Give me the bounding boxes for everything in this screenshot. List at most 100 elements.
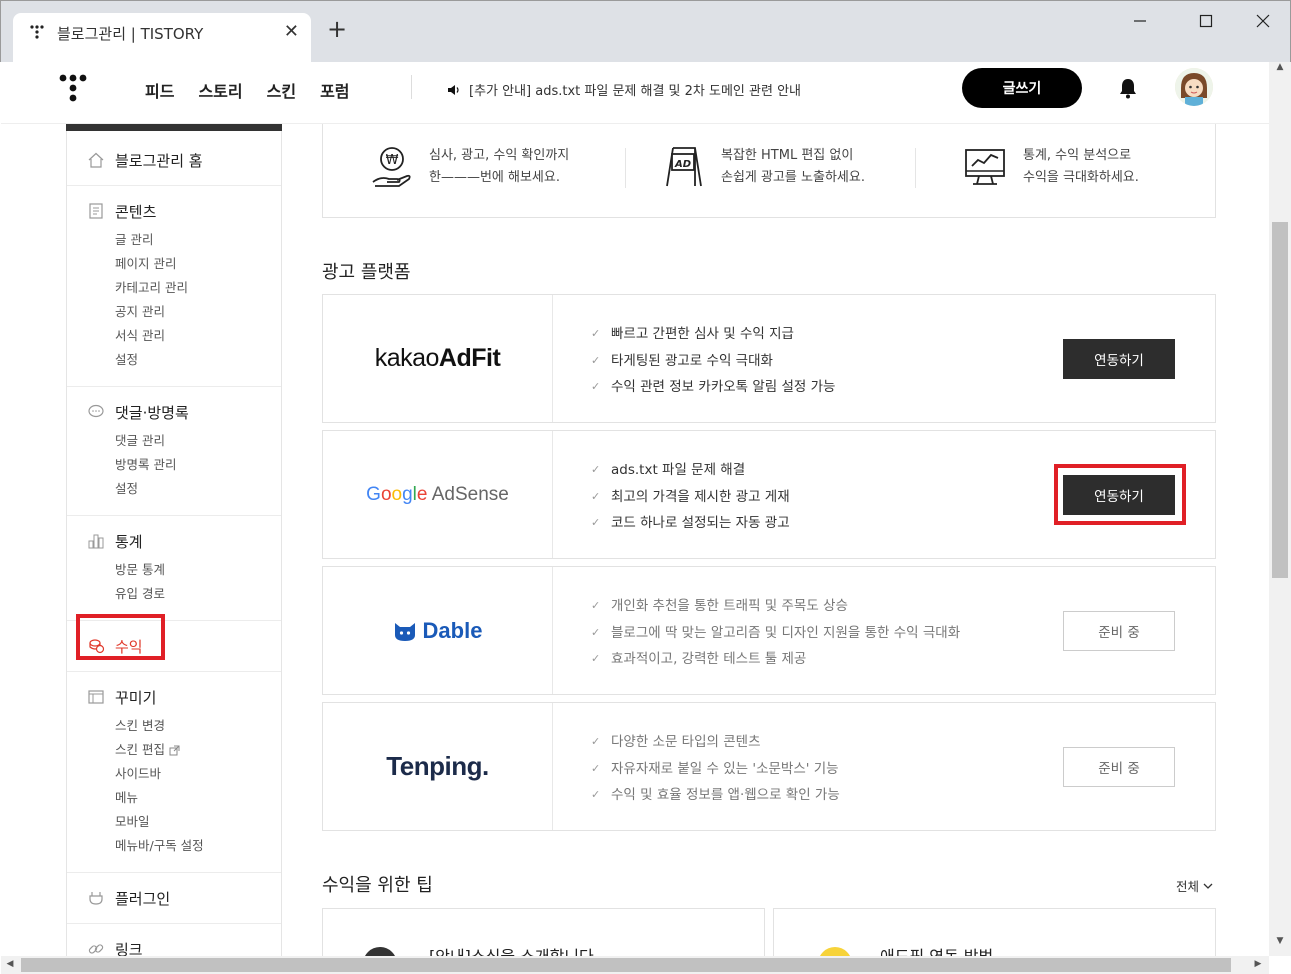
sidebar-subitem-content-settings[interactable]: 설정 xyxy=(115,348,281,372)
horizontal-scrollbar[interactable]: ◀ ▶ xyxy=(1,956,1269,974)
platform-card-dable: Dable ✓ 개인화 추천을 통한 트래픽 및 주목도 상승 ✓ 블로그에 딱 맞… xyxy=(322,566,1216,695)
vertical-scrollbar[interactable]: ▲ ▼ xyxy=(1269,62,1291,956)
google-adsense-logo: Google AdSense xyxy=(323,431,553,558)
tip-card[interactable]: 애드핏 연동 방법 xyxy=(773,908,1216,956)
sidebar-item-design[interactable]: 꾸미기 xyxy=(87,686,281,708)
sidebar-subitem-notices[interactable]: 공지 관리 xyxy=(115,300,281,324)
tistory-logo-icon[interactable] xyxy=(56,71,90,105)
sidebar-group-plugin: 플러그인 xyxy=(67,873,281,924)
sidebar-subitem-skin-change[interactable]: 스킨 변경 xyxy=(115,714,281,738)
document-icon xyxy=(89,203,103,219)
check-icon: ✓ xyxy=(591,625,601,639)
kakao-adfit-logo: kakaoAdFit xyxy=(323,295,553,422)
speech-bubble-icon xyxy=(88,404,104,418)
global-nav: 피드 스토리 스킨 포럼 xyxy=(145,78,350,102)
sidebar-subitem-comment-settings[interactable]: 설정 xyxy=(115,477,281,501)
scroll-down-icon[interactable]: ▼ xyxy=(1269,936,1291,946)
sidebar-subitem-templates[interactable]: 서식 관리 xyxy=(115,324,281,348)
check-icon: ✓ xyxy=(591,516,601,529)
sidebar-subitem-visits[interactable]: 방문 통계 xyxy=(115,558,281,582)
feature-line: 통계, 수익 분석으로 xyxy=(1023,148,1132,163)
platform-feature: ✓ ads.txt 파일 문제 해결 xyxy=(591,457,790,484)
feature-strip: ₩ 심사, 광고, 수익 확인까지 한———번에 해보세요. AD 복잡한 HT… xyxy=(322,124,1216,218)
maximize-icon[interactable] xyxy=(1191,9,1221,33)
tistory-favicon-icon xyxy=(30,25,44,39)
platform-card-kakao-adfit: kakaoAdFit ✓ 빠르고 간편한 심사 및 수익 지급 ✓ 타게팅된 광고로… xyxy=(322,294,1216,423)
sidebar-subitem-comments[interactable]: 댓글 관리 xyxy=(115,429,281,453)
view-all-link[interactable]: 전체 xyxy=(1176,876,1213,895)
sidebar-item-content[interactable]: 콘텐츠 xyxy=(87,200,281,222)
window-close-icon[interactable] xyxy=(1248,9,1278,33)
sidebar-item-home[interactable]: 블로그관리 홈 xyxy=(87,149,281,171)
sidebar-subitem-pages[interactable]: 페이지 관리 xyxy=(115,252,281,276)
sidebar-item-label: 댓글·방명록 xyxy=(115,403,189,422)
logo-text: Tenping. xyxy=(386,751,489,781)
chevron-down-icon xyxy=(1203,883,1213,889)
check-icon: ✓ xyxy=(591,327,601,340)
feature-divider xyxy=(625,148,626,188)
bell-icon[interactable] xyxy=(1118,77,1138,99)
sidebar-item-link[interactable]: 링크 xyxy=(87,938,281,956)
svg-text:AD: AD xyxy=(674,159,691,170)
sidebar-item-plugin[interactable]: 플러그인 xyxy=(87,887,281,909)
sidebar-item-comments[interactable]: 댓글·방명록 xyxy=(87,401,281,423)
scroll-left-icon[interactable]: ◀ xyxy=(1,959,19,969)
new-tab-icon[interactable]: + xyxy=(327,15,347,43)
layout-icon xyxy=(88,690,104,704)
avatar[interactable] xyxy=(1175,68,1213,106)
tenping-logo: Tenping. xyxy=(323,703,553,830)
sidebar-subitem-skin-edit[interactable]: 스킨 편집 xyxy=(115,738,281,762)
sidebar-subitem-posts[interactable]: 글 관리 xyxy=(115,228,281,252)
sidebar-subitem-mobile[interactable]: 모바일 xyxy=(115,810,281,834)
sidebar-item-label: 블로그관리 홈 xyxy=(115,151,203,170)
vertical-scroll-thumb[interactable] xyxy=(1272,222,1288,578)
tab-title: 블로그관리 | TISTORY xyxy=(57,25,204,43)
sidebar-subitem-guestbook[interactable]: 방명록 관리 xyxy=(115,453,281,477)
browser-tab[interactable]: 블로그관리 | TISTORY ✕ xyxy=(13,13,311,63)
scroll-right-icon[interactable]: ▶ xyxy=(1249,959,1267,969)
bar-chart-icon xyxy=(88,534,104,549)
platform-feature: ✓ 자유자재로 붙일 수 있는 '소문박스' 기능 xyxy=(591,756,840,783)
platform-feature: ✓ 블로그에 딱 맞는 알고리즘 및 디자인 지원을 통한 수익 극대화 xyxy=(591,620,960,647)
tips-section-title: 수익을 위한 팁 xyxy=(322,875,433,896)
nav-feed[interactable]: 피드 xyxy=(145,78,174,102)
platform-feature: ✓ 코드 하나로 설정되는 자동 광고 xyxy=(591,510,790,537)
sidebar-group-link: 링크 xyxy=(67,924,281,956)
speaker-icon xyxy=(448,84,459,95)
check-icon: ✓ xyxy=(591,761,601,775)
check-icon: ✓ xyxy=(591,353,601,367)
feature-line: 손쉽게 광고를 노출하세요. xyxy=(721,170,865,185)
sidebar-item-stats[interactable]: 통계 xyxy=(87,530,281,552)
notice-banner[interactable]: [추가 안내] ads.txt 파일 문제 해결 및 2차 도메인 관련 안내 xyxy=(447,80,801,99)
tab-close-icon[interactable]: ✕ xyxy=(284,21,299,42)
connect-button-kakao[interactable]: 연동하기 xyxy=(1063,339,1175,379)
sidebar-subitem-label: 스킨 편집 xyxy=(115,742,165,757)
sidebar-item-label: 꾸미기 xyxy=(115,688,157,707)
highlight-adsense-button-box xyxy=(1054,464,1186,525)
tip-card[interactable]: [안내]소식을 소개합니다 xyxy=(322,908,765,956)
check-icon: ✓ xyxy=(591,735,601,748)
check-icon: ✓ xyxy=(591,463,601,476)
sidebar-subitem-referrers[interactable]: 유입 경로 xyxy=(115,582,281,606)
horizontal-scroll-thumb[interactable] xyxy=(21,958,1231,972)
tip-title: [안내]소식을 소개합니다 xyxy=(429,943,594,956)
check-icon: ✓ xyxy=(591,652,601,665)
nav-skin[interactable]: 스킨 xyxy=(267,78,296,102)
notice-text: [추가 안내] ads.txt 파일 문제 해결 및 2차 도메인 관련 안내 xyxy=(469,84,801,99)
sidebar-group-comments: 댓글·방명록 댓글 관리 방명록 관리 설정 xyxy=(67,387,281,516)
sidebar-subitem-sidebar[interactable]: 사이드바 xyxy=(115,762,281,786)
pending-button-dable[interactable]: 준비 중 xyxy=(1063,611,1175,651)
sidebar-group-stats: 통계 방문 통계 유입 경로 xyxy=(67,516,281,621)
scroll-up-icon[interactable]: ▲ xyxy=(1269,62,1291,72)
sidebar-subitem-categories[interactable]: 카테고리 관리 xyxy=(115,276,281,300)
feature-line: 복잡한 HTML 편집 없이 xyxy=(721,148,854,163)
sidebar-subitem-menubar[interactable]: 메뉴바/구독 설정 xyxy=(115,834,281,858)
feature-item: ₩ 심사, 광고, 수익 확인까지 한———번에 해보세요. xyxy=(371,144,569,190)
sidebar-subitem-menu[interactable]: 메뉴 xyxy=(115,786,281,810)
minimize-icon[interactable] xyxy=(1125,9,1155,33)
nav-forum[interactable]: 포럼 xyxy=(320,78,349,102)
write-button[interactable]: 글쓰기 xyxy=(962,68,1082,108)
nav-story[interactable]: 스토리 xyxy=(198,78,242,102)
pending-button-tenping[interactable]: 준비 중 xyxy=(1063,747,1175,787)
dable-logo: Dable xyxy=(323,567,553,694)
